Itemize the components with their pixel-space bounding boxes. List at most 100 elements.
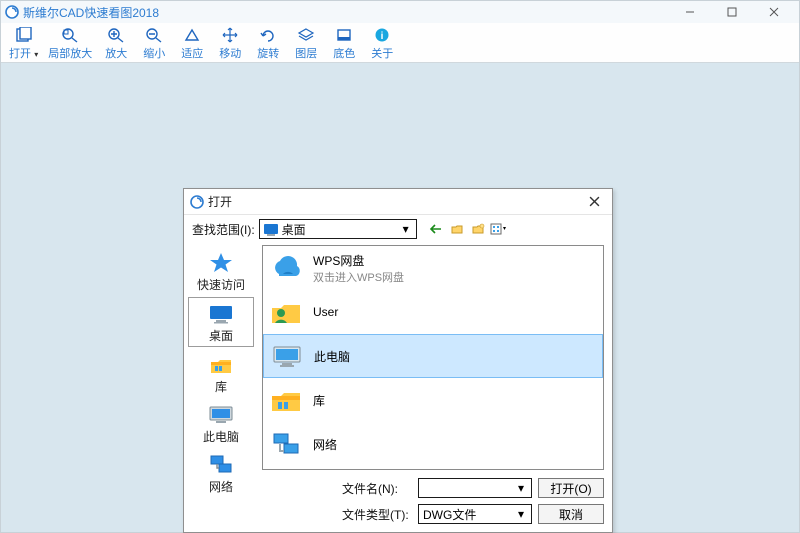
minimize-button[interactable] [669, 2, 711, 22]
file-area: WPS网盘 双击进入WPS网盘 User [258, 243, 612, 532]
file-list[interactable]: WPS网盘 双击进入WPS网盘 User [262, 245, 604, 470]
dialog-titlebar: 打开 [184, 189, 612, 215]
open-button-label: 打开(O) [550, 480, 591, 497]
maximize-button[interactable] [711, 2, 753, 22]
tool-zoom-out-label: 缩小 [143, 45, 165, 61]
thispc-icon [270, 339, 304, 373]
chevron-down-icon: ▾ [398, 221, 414, 237]
network-icon [207, 452, 235, 478]
place-libraries-label: 库 [215, 378, 227, 395]
layers-icon [297, 26, 315, 44]
lookin-row: 查找范围(I): 桌面 ▾ [184, 215, 612, 243]
filename-label: 文件名(N): [342, 480, 412, 497]
list-item[interactable]: 库 [263, 378, 603, 422]
app-window: 斯维尔CAD快速看图2018 打开 ▾ 局部放大 [0, 0, 800, 533]
tool-rotate-label: 旋转 [257, 45, 279, 61]
svg-text:i: i [381, 31, 384, 42]
place-network[interactable]: 网络 [188, 449, 254, 497]
wps-cloud-icon [269, 251, 303, 285]
filetype-combo[interactable]: DWG文件 ▾ [418, 504, 532, 524]
dialog-title: 打开 [208, 193, 232, 210]
thispc-icon [207, 402, 235, 428]
tool-zoom-out[interactable]: 缩小 [136, 25, 172, 62]
dialog-footer: 文件名(N): ▾ 打开(O) 文件类型(T): [258, 474, 612, 532]
item-name: WPS网盘 [313, 252, 404, 269]
open-button[interactable]: 打开(O) [538, 478, 604, 498]
filetype-label: 文件类型(T): [342, 506, 412, 523]
user-folder-icon [269, 295, 303, 329]
tool-bgcolor[interactable]: 底色 [326, 25, 362, 62]
tool-rotate[interactable]: 旋转 [250, 25, 286, 62]
list-item[interactable]: 网络 [263, 422, 603, 466]
back-icon[interactable] [427, 220, 445, 238]
titlebar: 斯维尔CAD快速看图2018 [1, 1, 799, 23]
tool-zoom-in-label: 放大 [105, 45, 127, 61]
place-quick-access-label: 快速访问 [197, 276, 245, 293]
workspace: 打开 查找范围(I): 桌面 ▾ [1, 63, 799, 532]
dialog-icon [190, 195, 204, 209]
dialog-close-button[interactable] [582, 192, 606, 212]
place-thispc-label: 此电脑 [203, 428, 239, 445]
tool-bgcolor-label: 底色 [333, 45, 355, 61]
item-name: 库 [313, 392, 325, 409]
chevron-down-icon: ▾ [513, 480, 529, 496]
open-dialog: 打开 查找范围(I): 桌面 ▾ [183, 188, 613, 533]
app-title: 斯维尔CAD快速看图2018 [23, 4, 159, 21]
tool-open[interactable]: 打开 ▾ [5, 25, 42, 62]
new-folder-icon[interactable] [469, 220, 487, 238]
cancel-button-label: 取消 [559, 506, 583, 523]
filename-combo[interactable]: ▾ [418, 478, 532, 498]
view-menu-icon[interactable] [490, 220, 508, 238]
place-desktop-label: 桌面 [209, 327, 233, 344]
zoom-area-icon [61, 26, 79, 44]
chevron-down-icon: ▾ [513, 506, 529, 522]
libraries-icon [207, 352, 235, 378]
chevron-down-icon: ▾ [32, 50, 38, 59]
up-folder-icon[interactable] [448, 220, 466, 238]
lookin-label: 查找范围(I): [192, 221, 255, 238]
places-bar: 快速访问 桌面 库 [184, 243, 258, 532]
tool-fit[interactable]: 适应 [174, 25, 210, 62]
cancel-button[interactable]: 取消 [538, 504, 604, 524]
place-libraries[interactable]: 库 [188, 349, 254, 397]
list-item[interactable]: WPS网盘 双击进入WPS网盘 [263, 246, 603, 290]
item-sub: 双击进入WPS网盘 [313, 269, 404, 285]
list-item-selected[interactable]: 此电脑 [263, 334, 603, 378]
place-thispc[interactable]: 此电脑 [188, 399, 254, 447]
tool-layers[interactable]: 图层 [288, 25, 324, 62]
libraries-icon [269, 383, 303, 417]
item-name: User [313, 305, 338, 319]
fit-icon [183, 26, 201, 44]
close-button[interactable] [753, 2, 795, 22]
tool-move[interactable]: 移动 [212, 25, 248, 62]
tool-zoom-area-label: 局部放大 [48, 45, 92, 61]
dialog-body: 快速访问 桌面 库 [184, 243, 612, 532]
zoom-in-icon [107, 26, 125, 44]
bgcolor-icon [335, 26, 353, 44]
tool-zoom-in[interactable]: 放大 [98, 25, 134, 62]
desktop-icon [207, 301, 235, 327]
lookin-value: 桌面 [282, 221, 394, 238]
move-icon [221, 26, 239, 44]
tool-open-label: 打开 [9, 48, 31, 60]
desktop-icon [264, 224, 278, 234]
place-quick-access[interactable]: 快速访问 [188, 247, 254, 295]
tool-move-label: 移动 [219, 45, 241, 61]
lookin-combo[interactable]: 桌面 ▾ [259, 219, 417, 239]
item-name: 网络 [313, 436, 337, 453]
toolbar: 打开 ▾ 局部放大 放大 缩小 适应 [1, 23, 799, 63]
app-icon [5, 5, 19, 19]
tool-zoom-area[interactable]: 局部放大 [44, 25, 96, 62]
tool-about[interactable]: i 关于 [364, 25, 400, 62]
list-item[interactable]: User [263, 290, 603, 334]
place-network-label: 网络 [209, 478, 233, 495]
place-desktop[interactable]: 桌面 [188, 297, 254, 347]
lookin-toolbar [427, 220, 508, 238]
open-icon [15, 26, 33, 44]
about-icon: i [373, 26, 391, 44]
item-name: 此电脑 [314, 348, 350, 365]
zoom-out-icon [145, 26, 163, 44]
filetype-value: DWG文件 [423, 506, 509, 523]
tool-fit-label: 适应 [181, 45, 203, 61]
quick-access-icon [207, 250, 235, 276]
